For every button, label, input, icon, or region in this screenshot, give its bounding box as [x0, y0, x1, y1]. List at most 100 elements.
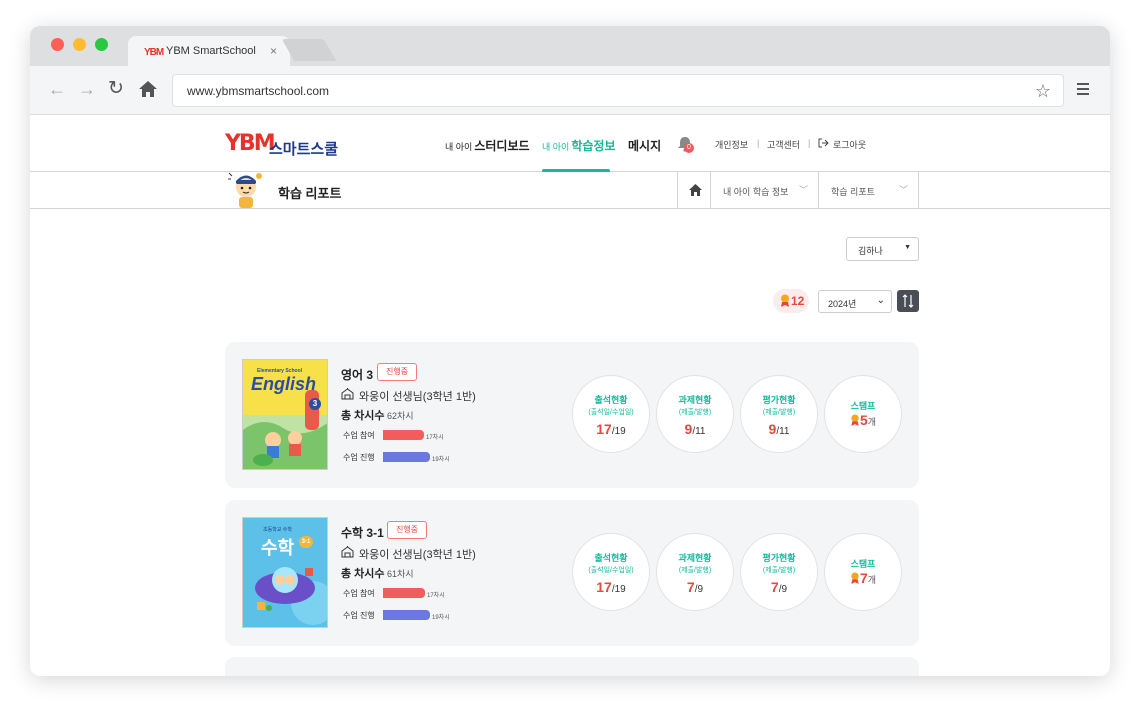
stat-value: 17/19 [596, 579, 626, 595]
breadcrumb-dropdown-learning-info[interactable]: 내 아이 학습 정보 ﹀ [711, 172, 819, 208]
close-window-button[interactable] [51, 38, 64, 51]
browser-tab[interactable]: YBM YBM SmartSchool × [128, 36, 290, 66]
stat-title: 평가현황 [762, 395, 796, 405]
stamp-stat[interactable]: 스탬프 7개 [824, 533, 902, 611]
reload-icon[interactable]: ↻ [108, 79, 124, 98]
logo-text: 스마트스쿨 [269, 141, 339, 158]
status-badge: 진행중 [377, 363, 418, 381]
teacher-info: 와웅이 선생님(3학년 1반) [359, 549, 476, 561]
breadcrumb-home[interactable] [677, 172, 711, 208]
progress-bar-fill [383, 452, 430, 462]
assignment-stat[interactable]: 과제현황 (제출/발행) 9/11 [656, 375, 734, 453]
participation-bar: 17차시 [383, 588, 473, 599]
teacher-info: 와웅이 선생님(3학년 1반) [359, 391, 476, 403]
nav-message[interactable]: 메시지 [628, 137, 661, 154]
evaluation-stat[interactable]: 평가현황 (제출/발행) 9/11 [740, 375, 818, 453]
forward-arrow-icon[interactable]: → [78, 80, 96, 98]
total-sessions-value: 62차시 [387, 411, 414, 421]
stat-value: 9/11 [684, 421, 706, 437]
stat-value: 9/11 [768, 421, 790, 437]
cover-tag: 초등학교 수학 [263, 527, 292, 533]
stat-subtitle: (출석일/수업일) [588, 409, 634, 416]
stat-subtitle: (제출/발행) [678, 567, 712, 574]
course-cover-math[interactable]: 초등학교 수학 수학 3-1 [242, 517, 328, 628]
url-text: www.ybmsmartschool.com [187, 84, 330, 98]
logout-icon[interactable] [818, 138, 829, 148]
stat-value: 7/9 [686, 579, 704, 595]
stat-title: 스탬프 [850, 401, 876, 411]
stat-title: 스탬프 [850, 559, 876, 569]
attendance-stat[interactable]: 출석현황 (출석일/수업일) 17/19 [572, 533, 650, 611]
profile-link[interactable]: 개인정보 [715, 138, 748, 151]
minimize-window-button[interactable] [73, 38, 86, 51]
participation-bar-fill [383, 588, 425, 598]
caret-down-icon: ▼ [904, 244, 911, 251]
page-title: 학습 리포트 [278, 186, 342, 201]
url-field[interactable]: www.ybmsmartschool.com ☆ [172, 74, 1064, 107]
child-select[interactable]: 김하나 ▼ [846, 237, 919, 261]
bookmark-star-icon[interactable]: ☆ [1035, 81, 1051, 102]
address-toolbar: ← → ↻ www.ybmsmartschool.com ☆ [30, 66, 1110, 115]
browser-window: YBM YBM SmartSchool × ← → ↻ www.ybmsmart… [30, 26, 1110, 676]
cover-grade: 3 [309, 398, 321, 410]
participation-label: 수업 참여 [343, 431, 375, 440]
medal-icon [851, 414, 859, 426]
total-sessions-label: 총 차시수 [341, 568, 385, 580]
year-select[interactable]: 2024년 ⌄ [818, 290, 892, 313]
participation-text: 17차시 [426, 435, 444, 441]
nav-learning-info[interactable]: 내 아이 학습정보 [542, 137, 616, 154]
school-icon [341, 546, 354, 558]
maximize-window-button[interactable] [95, 38, 108, 51]
util-divider: | [757, 138, 760, 148]
breadcrumb-label: 학습 리포트 [831, 187, 875, 197]
chevron-down-icon: ﹀ [798, 185, 808, 195]
sub-header: 학습 리포트 내 아이 학습 정보 ﹀ 학습 리포트 ﹀ [30, 172, 1110, 209]
support-link[interactable]: 고객센터 [767, 138, 800, 151]
home-icon[interactable] [138, 80, 158, 98]
attendance-stat[interactable]: 출석현황 (출석일/수업일) 17/19 [572, 375, 650, 453]
breadcrumb-label: 내 아이 학습 정보 [723, 187, 789, 197]
course-card: Elementary School English 3 영어 3 진행중 와웅이… [225, 342, 919, 488]
stat-value: 17/19 [596, 421, 626, 437]
status-badge: 진행중 [387, 521, 428, 539]
tab-favicon: YBM [144, 47, 164, 58]
progress-label: 수업 진행 [343, 611, 375, 620]
logout-link[interactable]: 로그아웃 [833, 138, 866, 151]
course-name: 영어 3 [341, 368, 374, 382]
tab-close-icon[interactable]: × [270, 44, 277, 58]
cover-grade: 3-1 [299, 536, 313, 548]
nav-study-board[interactable]: 내 아이 스터디보드 [445, 137, 530, 154]
progress-text: 19차시 [432, 615, 450, 621]
cover-title: 수학 [261, 538, 295, 558]
evaluation-stat[interactable]: 평가현황 (제출/발행) 7/9 [740, 533, 818, 611]
browser-menu-icon[interactable] [1077, 83, 1089, 98]
participation-bar: 17차시 [383, 430, 473, 441]
total-stamp-badge: 12 [773, 289, 809, 313]
mascot-illustration [228, 172, 262, 208]
progress-bar-fill [383, 610, 430, 620]
child-select-value: 김하나 [858, 246, 883, 256]
home-icon [689, 184, 702, 196]
util-divider: | [808, 138, 811, 148]
back-arrow-icon[interactable]: ← [48, 80, 66, 98]
sort-filter-button[interactable] [897, 290, 919, 312]
medal-icon [851, 572, 859, 584]
notification-badge: 0 [684, 143, 694, 153]
stamp-count: 7개 [825, 570, 901, 586]
stat-title: 출석현황 [594, 395, 628, 405]
stat-value: 7/9 [770, 579, 788, 595]
school-icon [341, 388, 354, 400]
stat-subtitle: (제출/발행) [762, 409, 796, 416]
assignment-stat[interactable]: 과제현황 (제출/발행) 7/9 [656, 533, 734, 611]
stamp-count: 5개 [825, 412, 901, 428]
participation-label: 수업 참여 [343, 589, 375, 598]
sort-icon [902, 294, 914, 308]
course-cover-english[interactable]: Elementary School English 3 [242, 359, 328, 470]
course-card: 초등학교 수학 수학 3-1 수학 3-1 진행중 와웅이 선생님(3학년 1반… [225, 500, 919, 646]
breadcrumb-dropdown-report[interactable]: 학습 리포트 ﹀ [819, 172, 919, 208]
stamp-stat[interactable]: 스탬프 5개 [824, 375, 902, 453]
progress-text: 19차시 [432, 457, 450, 463]
stat-title: 출석현황 [594, 553, 628, 563]
year-select-value: 2024년 [828, 299, 857, 309]
chevron-down-icon: ﹀ [898, 185, 908, 195]
